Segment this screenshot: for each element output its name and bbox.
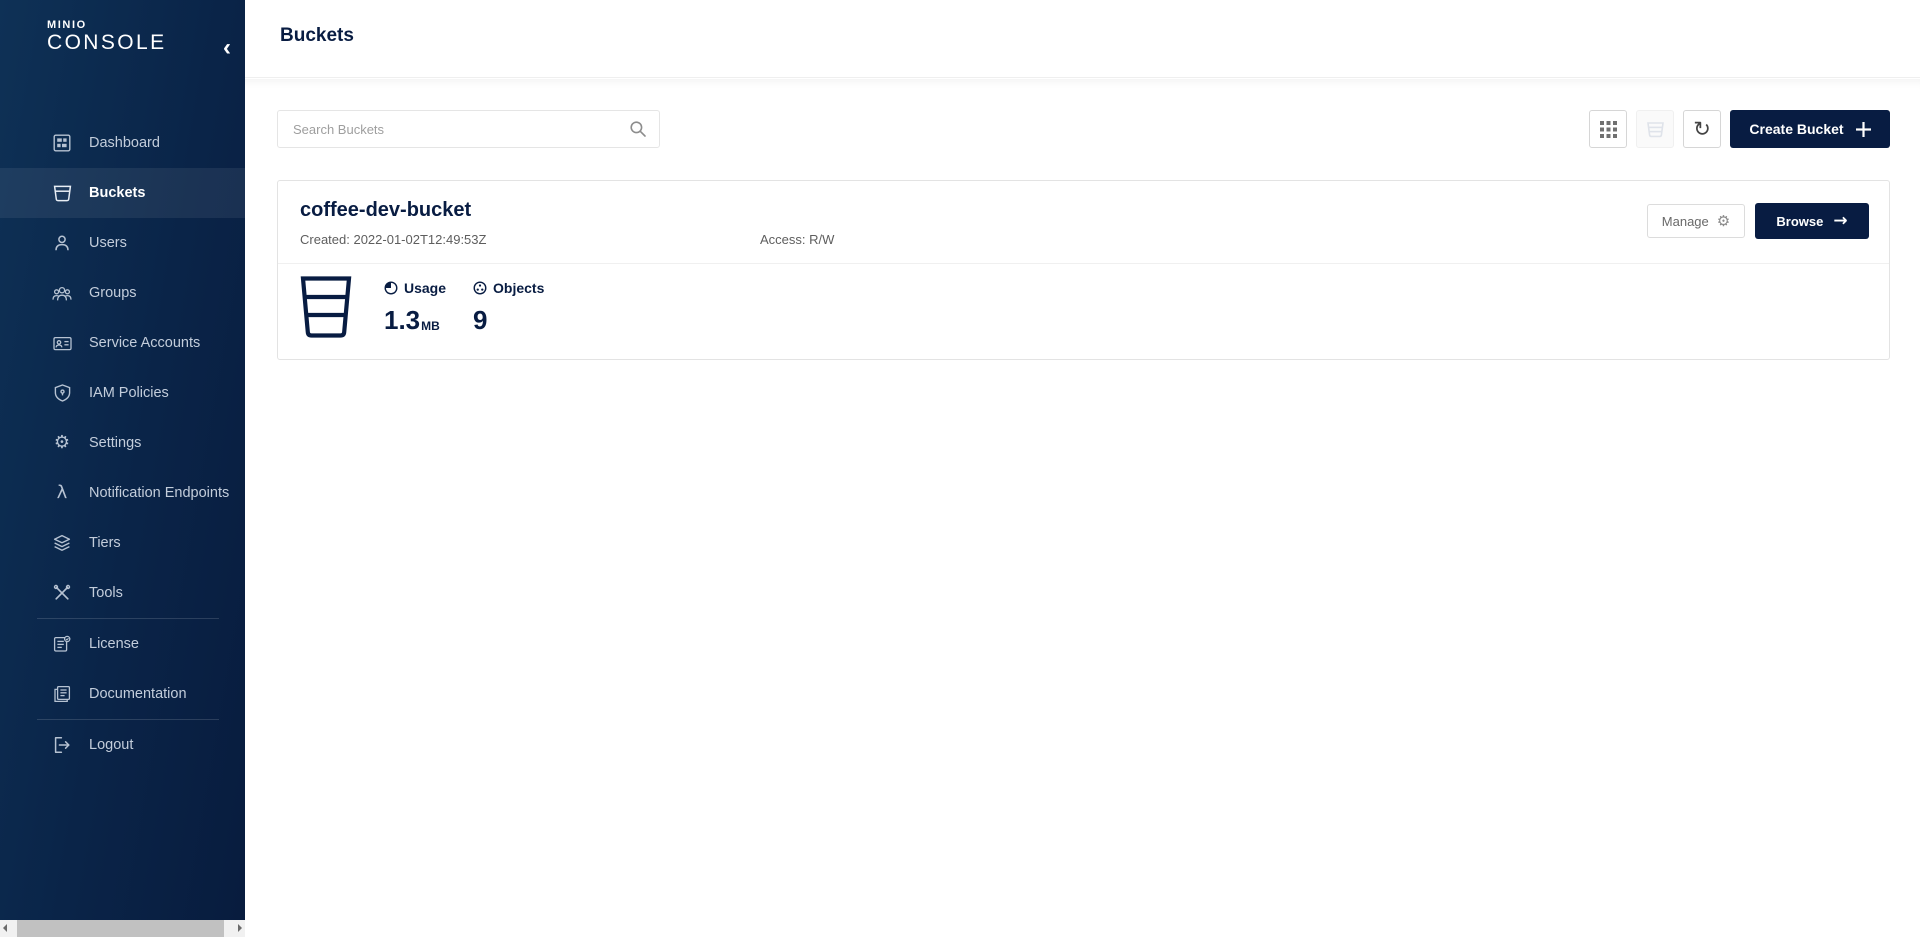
sidebar-item-label: License (89, 636, 139, 652)
sidebar-item-label: Dashboard (89, 135, 160, 151)
sidebar-item-tiers[interactable]: Tiers (0, 518, 245, 568)
sidebar-item-label: Tiers (89, 535, 121, 551)
search-icon (629, 120, 647, 138)
plus-icon (1856, 122, 1871, 137)
refresh-icon: ↻ (1693, 119, 1711, 140)
page-title: Buckets (280, 25, 354, 47)
create-bucket-button[interactable]: Create Bucket (1730, 110, 1890, 148)
bucket-list-icon (1646, 121, 1665, 138)
usage-pie-icon (384, 281, 398, 295)
browse-button[interactable]: Browse → (1755, 203, 1869, 239)
sidebar-item-buckets[interactable]: Buckets (0, 168, 245, 218)
sidebar-item-groups[interactable]: Groups (0, 268, 245, 318)
main-content: ↻ Create Bucket coffee-dev-bucket Create… (245, 79, 1920, 937)
bucket-card: coffee-dev-bucket Created: 2022-01-02T12… (277, 180, 1890, 360)
dashboard-icon (52, 134, 72, 152)
sidebar-item-notification-endpoints[interactable]: λ Notification Endpoints (0, 468, 245, 518)
id-badge-icon (52, 335, 72, 352)
sidebar-item-dashboard[interactable]: Dashboard (0, 118, 245, 168)
objects-label: Objects (493, 280, 544, 296)
scrollbar-thumb[interactable] (17, 920, 224, 937)
page-header: Buckets (245, 0, 1920, 78)
search-input[interactable] (278, 122, 629, 137)
brand-minio: MINIO (47, 20, 167, 31)
sidebar-item-iam-policies[interactable]: IAM Policies (0, 368, 245, 418)
logout-icon (52, 736, 72, 754)
bucket-icon (52, 185, 72, 202)
usage-label: Usage (404, 280, 446, 296)
user-icon (52, 234, 72, 252)
bucket-card-actions: Manage ⚙ Browse → (1647, 203, 1869, 239)
sidebar-item-label: Documentation (89, 686, 187, 702)
create-bucket-label: Create Bucket (1749, 121, 1843, 137)
manage-label: Manage (1662, 214, 1709, 229)
manage-gear-icon: ⚙ (1717, 214, 1730, 229)
sidebar-item-settings[interactable]: ⚙ Settings (0, 418, 245, 468)
list-view-button (1636, 110, 1674, 148)
sidebar-item-label: Service Accounts (89, 335, 200, 351)
sidebar-item-tools[interactable]: Tools (0, 568, 245, 618)
brand-console: CONSOLE (47, 31, 167, 55)
minio-console-logo: MINIO CONSOLE (47, 20, 167, 55)
documentation-icon (52, 685, 72, 703)
sidebar-item-documentation[interactable]: Documentation (0, 669, 245, 719)
objects-icon (473, 281, 487, 295)
sidebar-item-users[interactable]: Users (0, 218, 245, 268)
sidebar-item-label: Tools (89, 585, 123, 601)
lambda-icon: λ (52, 484, 72, 502)
gear-icon: ⚙ (52, 434, 72, 452)
grid-view-button[interactable] (1589, 110, 1627, 148)
sidebar-collapse-icon[interactable]: ‹ (223, 36, 231, 60)
sidebar-item-label: Settings (89, 435, 141, 451)
manage-button[interactable]: Manage ⚙ (1647, 204, 1745, 238)
usage-unit: MB (421, 319, 440, 333)
bucket-name: coffee-dev-bucket (300, 199, 471, 222)
buckets-toolbar: ↻ Create Bucket (1589, 110, 1890, 148)
arrow-right-icon: → (1833, 213, 1847, 230)
shield-icon (52, 384, 72, 402)
bucket-created: Created: 2022-01-02T12:49:53Z (300, 232, 486, 247)
scrollbar-right-arrow-icon[interactable] (228, 920, 245, 937)
bucket-large-icon (299, 275, 353, 339)
refresh-button[interactable]: ↻ (1683, 110, 1721, 148)
sidebar-item-logout[interactable]: Logout (0, 720, 245, 770)
sidebar-item-license[interactable]: License (0, 619, 245, 669)
sidebar-menu: Dashboard Buckets Users (0, 118, 245, 770)
sidebar-item-service-accounts[interactable]: Service Accounts (0, 318, 245, 368)
scrollbar-left-arrow-icon[interactable] (0, 920, 17, 937)
bucket-access: Access: R/W (760, 232, 834, 247)
sidebar: MINIO CONSOLE ‹ Dashboard (0, 0, 245, 920)
objects-value: 9 (473, 305, 487, 336)
layers-icon (52, 534, 72, 552)
search-box (277, 110, 660, 148)
sidebar-item-label: Notification Endpoints (89, 485, 229, 501)
usage-value: 1.3 (384, 305, 420, 336)
sidebar-item-label: Users (89, 235, 127, 251)
browse-label: Browse (1776, 214, 1823, 229)
sidebar-item-label: Logout (89, 737, 133, 753)
group-icon (52, 285, 72, 302)
usage-metric: Usage 1.3 MB (384, 280, 446, 336)
sidebar-horizontal-scrollbar[interactable] (0, 920, 245, 937)
sidebar-item-label: IAM Policies (89, 385, 169, 401)
license-icon (52, 635, 72, 653)
tools-icon (52, 584, 72, 602)
grid-view-icon (1600, 121, 1617, 138)
sidebar-item-label: Groups (89, 285, 137, 301)
card-divider (278, 263, 1889, 264)
sidebar-item-label: Buckets (89, 185, 145, 201)
objects-metric: Objects 9 (473, 280, 544, 336)
